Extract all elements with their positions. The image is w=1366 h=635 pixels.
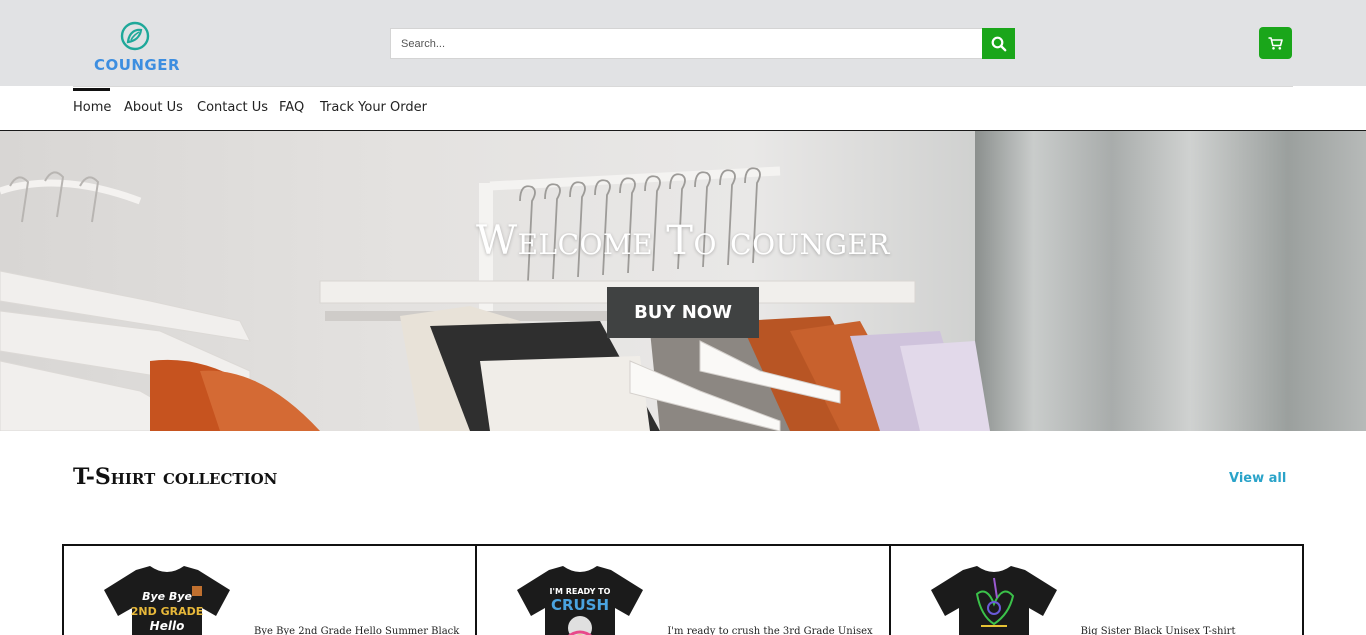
nav-divider — [73, 86, 1293, 87]
tshirt-print-line: Bye Bye — [142, 590, 192, 603]
product-title: Big Sister Black Unisex T-shirt — [1080, 626, 1236, 635]
cart-button[interactable] — [1259, 27, 1292, 59]
main-nav: Home About Us Contact Us FAQ Track Your … — [0, 86, 1366, 131]
tshirt-print-line: I'M READY TO — [550, 587, 611, 596]
tshirt-print-line: Hello — [150, 619, 185, 633]
tshirt-image: I'M READY TO CRUSH — [517, 566, 644, 635]
search-input[interactable] — [390, 28, 982, 59]
hero-title: Welcome To counger — [475, 218, 891, 264]
nav-item-home[interactable]: Home — [73, 100, 111, 115]
tshirt-print-line: 2ND GRADE — [131, 605, 203, 618]
tshirt-print-line: CRUSH — [551, 596, 609, 614]
product-title: Bye Bye 2nd Grade Hello Summer Black — [254, 626, 460, 635]
nav-item-faq[interactable]: FAQ — [279, 100, 304, 115]
nav-item-about-us[interactable]: About Us — [124, 100, 183, 115]
product-card[interactable]: Bye Bye 2ND GRADE Hello Bye Bye 2nd Grad… — [64, 546, 478, 635]
nav-active-indicator — [73, 88, 110, 91]
search-icon — [991, 36, 1006, 51]
nav-item-contact-us[interactable]: Contact Us — [197, 100, 268, 115]
nav-item-track-order[interactable]: Track Your Order — [320, 100, 427, 115]
search-bar — [390, 28, 1015, 59]
site-header: COUNGER — [0, 0, 1366, 86]
clothing-rack-image — [0, 166, 990, 431]
hero-banner: Welcome To counger BUY NOW — [0, 131, 1366, 431]
product-card[interactable]: I'M READY TO CRUSH I'm ready to crush th… — [477, 546, 891, 635]
collection-title: T-Shirt collection — [73, 464, 278, 490]
product-card[interactable]: Big Sister Black Unisex T-shirt — [891, 546, 1302, 635]
cart-icon — [1268, 36, 1283, 50]
leaf-circle-icon — [120, 21, 150, 51]
tshirt-image — [930, 566, 1057, 635]
product-title: I'm ready to crush the 3rd Grade Unisex — [667, 626, 873, 635]
search-button[interactable] — [982, 28, 1015, 59]
tshirt-image: Bye Bye 2ND GRADE Hello — [104, 566, 230, 635]
product-grid: Bye Bye 2ND GRADE Hello Bye Bye 2nd Grad… — [62, 544, 1304, 635]
brand-name: COUNGER — [93, 56, 181, 74]
buy-now-button[interactable]: BUY NOW — [607, 287, 759, 338]
view-all-link[interactable]: View all — [1229, 471, 1286, 486]
brand-logo[interactable]: COUNGER — [87, 20, 187, 74]
